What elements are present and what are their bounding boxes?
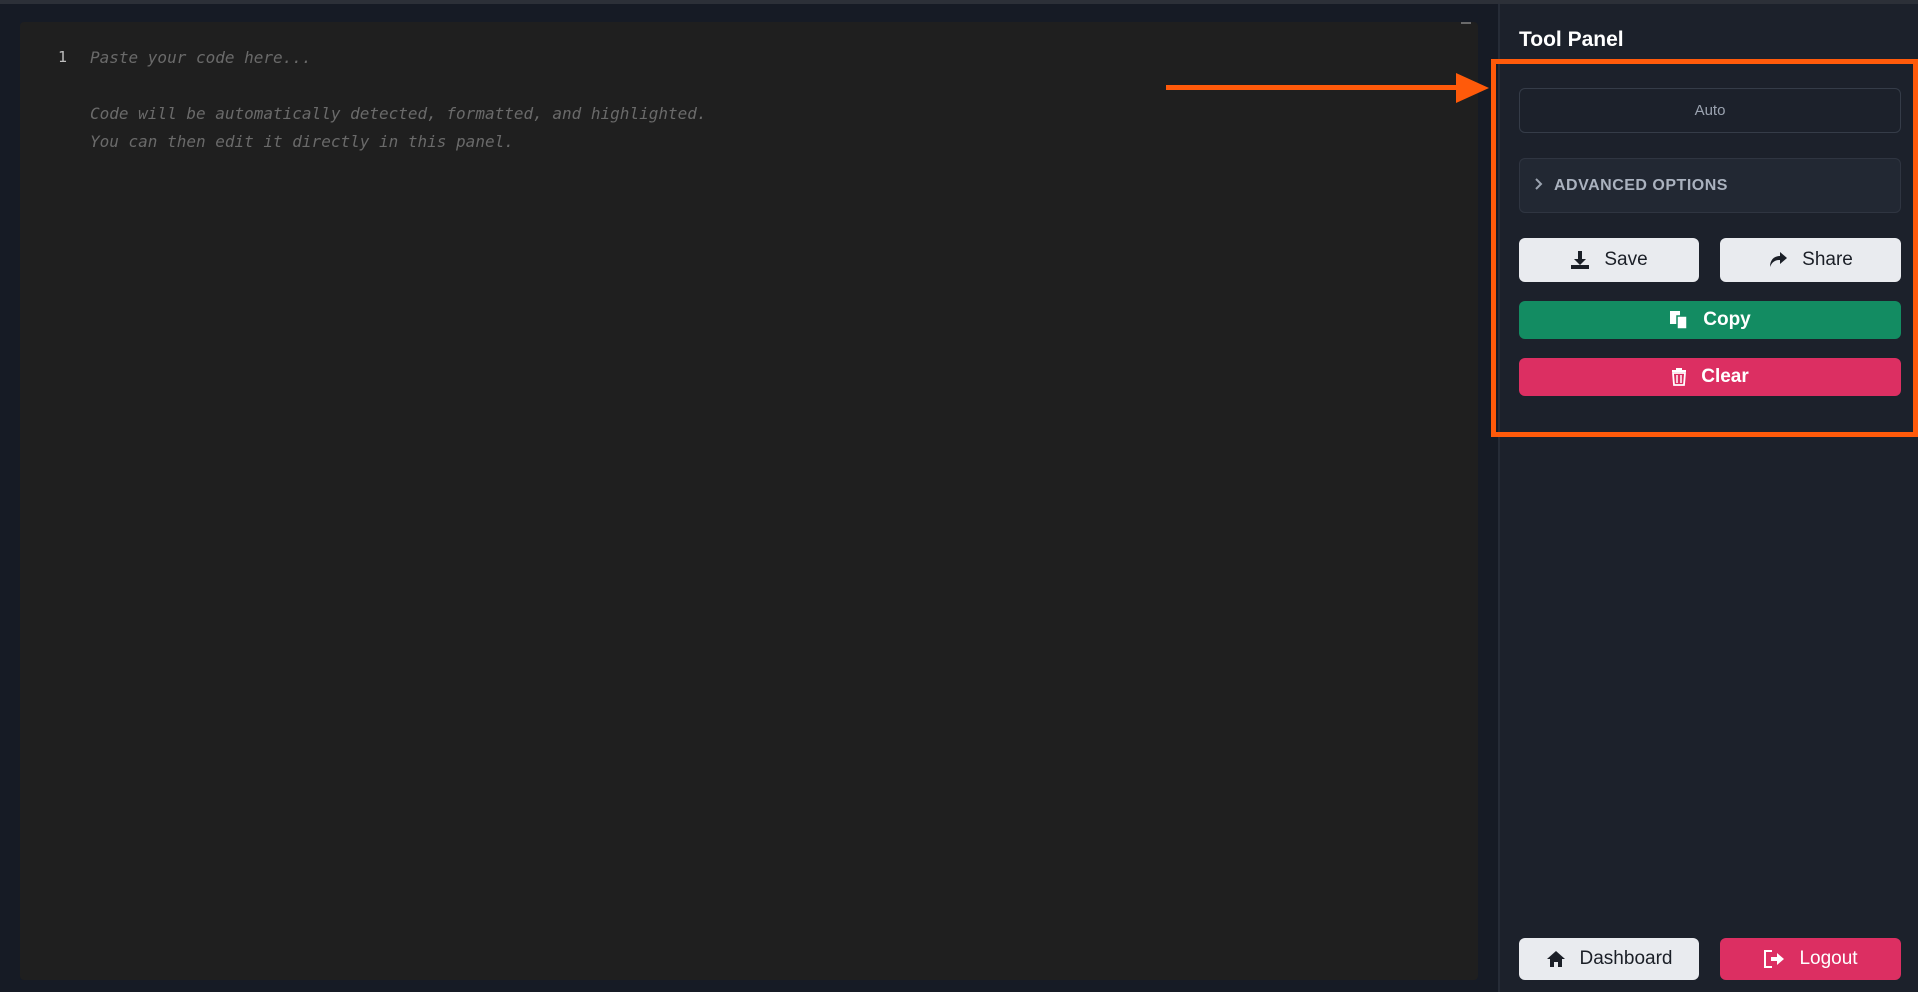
editor-placeholder-line: Code will be automatically detected, for… [90, 104, 707, 123]
line-number: 1 [58, 48, 68, 66]
logout-icon [1763, 950, 1785, 968]
annotation-arrow-head [1456, 73, 1489, 103]
editor-placeholder-line: You can then edit it directly in this pa… [90, 132, 514, 151]
editor-resize-handle[interactable] [1461, 22, 1471, 24]
panel-title: Tool Panel [1519, 28, 1624, 51]
code-editor[interactable] [20, 22, 1478, 980]
logout-button[interactable]: Logout [1720, 938, 1901, 980]
home-icon [1546, 950, 1566, 968]
dashboard-button[interactable]: Dashboard [1519, 938, 1699, 980]
dashboard-button-label: Dashboard [1579, 948, 1673, 969]
logout-button-label: Logout [1799, 948, 1858, 969]
editor-placeholder-line: Paste your code here... [90, 48, 312, 67]
annotation-arrow-line [1166, 85, 1461, 90]
highlight-annotation-box [1491, 59, 1918, 437]
